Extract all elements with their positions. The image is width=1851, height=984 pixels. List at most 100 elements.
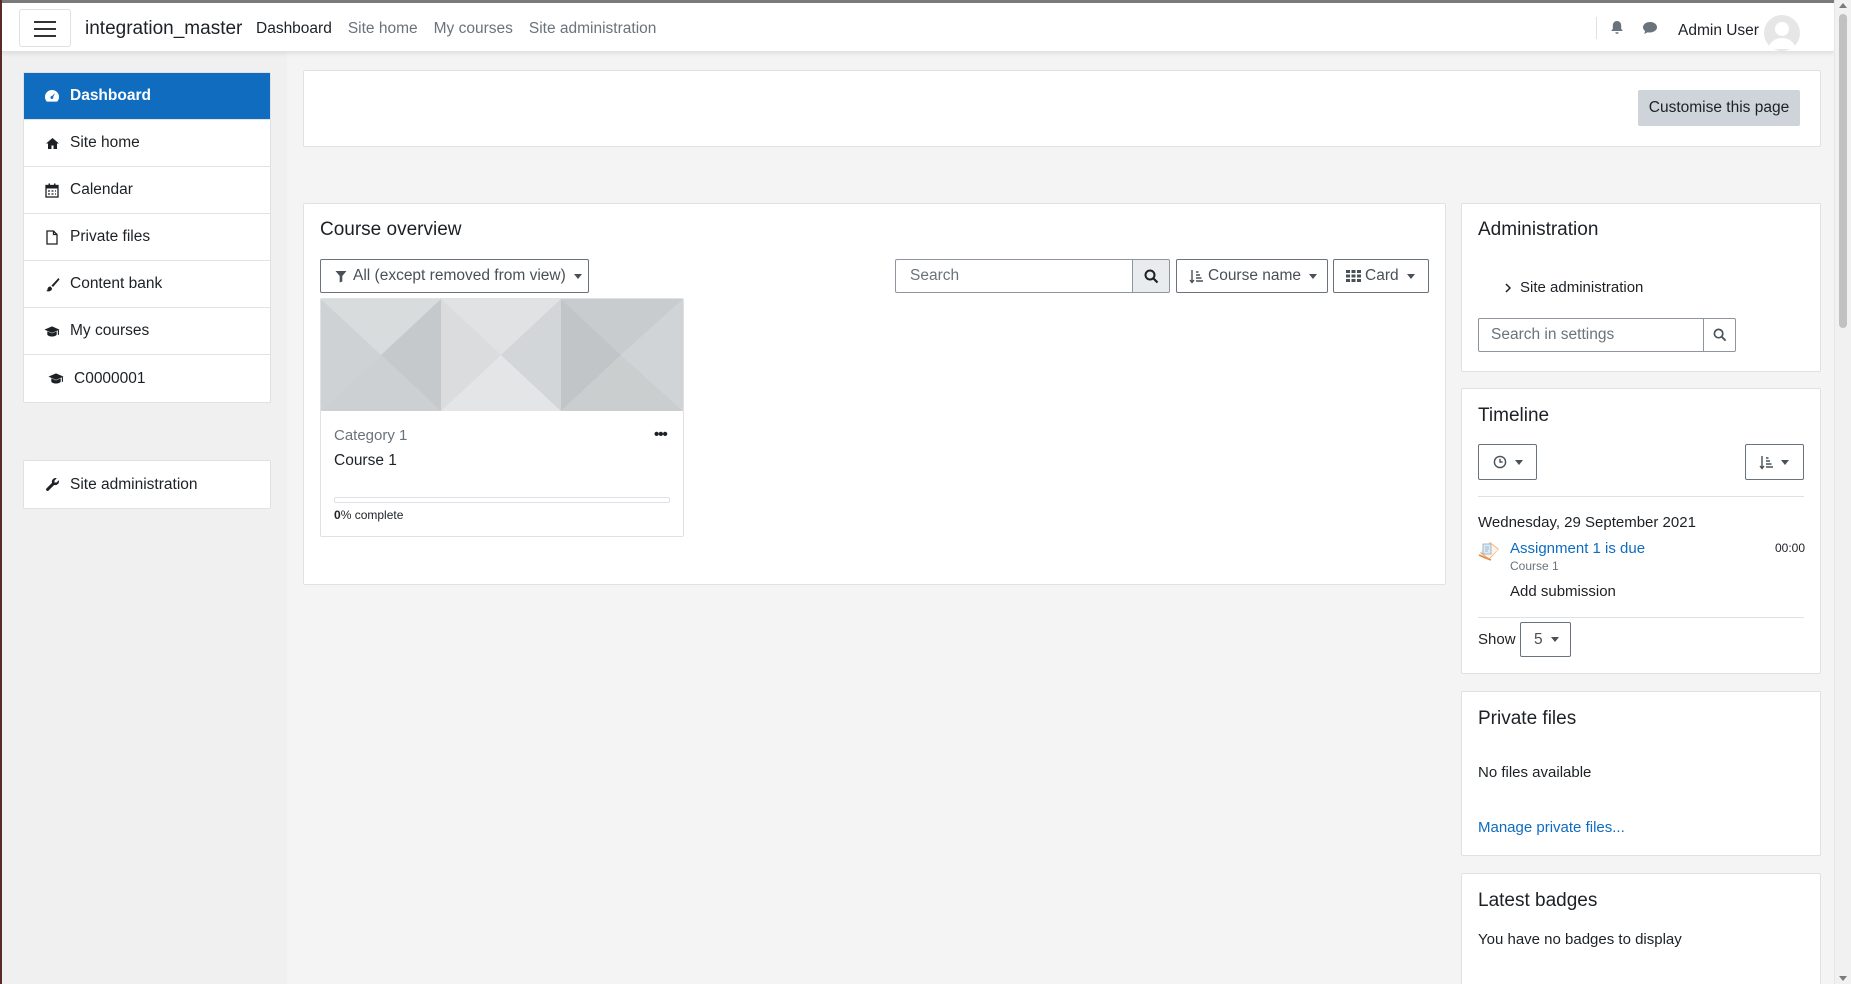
file-icon bbox=[44, 229, 60, 245]
course-image[interactable] bbox=[321, 299, 683, 411]
scroll-down-icon[interactable] bbox=[1839, 976, 1847, 981]
window-edge bbox=[0, 0, 2, 984]
course-overview-title: Course overview bbox=[320, 219, 462, 240]
more-actions-icon[interactable]: ••• bbox=[654, 426, 668, 443]
admin-tree-node[interactable]: Site administration bbox=[1505, 279, 1643, 296]
drawer-admin-list: Site administration bbox=[23, 460, 271, 509]
admin-tree-label: Site administration bbox=[1520, 279, 1644, 296]
drawer-item-course-c0000001[interactable]: C0000001 bbox=[24, 355, 270, 402]
navbar-divider bbox=[1596, 17, 1597, 39]
drawer-item-label: Content bank bbox=[70, 275, 163, 292]
chevron-down-icon bbox=[1309, 273, 1318, 279]
timeline-filter-dropdown[interactable] bbox=[1478, 444, 1537, 480]
timeline-divider bbox=[1478, 496, 1804, 497]
course-progress-percent: 0 bbox=[334, 508, 341, 522]
drawer-item-label: Site home bbox=[70, 134, 140, 151]
course-filter-label: All (except removed from view) bbox=[353, 267, 566, 284]
timeline-event-course: Course 1 bbox=[1510, 559, 1559, 573]
course-sort-dropdown[interactable]: Course name bbox=[1176, 259, 1328, 293]
menu-icon[interactable] bbox=[19, 9, 71, 47]
course-search-input[interactable]: Search bbox=[895, 259, 1133, 293]
course-sort-label: Course name bbox=[1208, 267, 1302, 284]
chevron-right-icon bbox=[1505, 282, 1511, 293]
show-count-value: 5 bbox=[1534, 630, 1543, 648]
timeline-event-link[interactable]: Assignment 1 is due bbox=[1510, 540, 1645, 557]
drawer-item-my-courses[interactable]: My courses bbox=[24, 308, 270, 355]
drawer-item-label: Private files bbox=[70, 228, 151, 245]
drawer-item-dashboard[interactable]: Dashboard bbox=[24, 73, 270, 120]
course-progress-bar bbox=[334, 497, 670, 503]
latest-badges-title: Latest badges bbox=[1478, 890, 1598, 911]
drawer-item-site-home[interactable]: Site home bbox=[24, 120, 270, 167]
top-navbar: integration_master Dashboard Site home M… bbox=[2, 0, 1834, 52]
search-icon bbox=[1713, 328, 1727, 342]
user-name[interactable]: Admin User bbox=[1678, 22, 1759, 40]
scrollbar-thumb[interactable] bbox=[1839, 14, 1847, 328]
course-name-link[interactable]: Course 1 bbox=[334, 452, 397, 470]
course-view-dropdown[interactable]: Card bbox=[1333, 259, 1429, 293]
home-icon bbox=[44, 135, 60, 151]
course-progress-text: 0% complete bbox=[334, 508, 403, 522]
timeline-sort-dropdown[interactable] bbox=[1745, 444, 1804, 480]
administration-title: Administration bbox=[1478, 219, 1599, 240]
customise-page-button[interactable]: Customise this page bbox=[1638, 90, 1800, 126]
nav-link-site-home[interactable]: Site home bbox=[348, 20, 418, 38]
timeline-title: Timeline bbox=[1478, 405, 1550, 426]
avatar[interactable] bbox=[1764, 15, 1800, 51]
drawer-item-label: Calendar bbox=[70, 181, 133, 198]
timeline-event-time: 00:00 bbox=[1775, 541, 1806, 555]
chat-icon[interactable] bbox=[1642, 21, 1658, 40]
page-scrollbar[interactable] bbox=[1834, 0, 1851, 984]
bell-icon[interactable] bbox=[1610, 20, 1624, 40]
graduation-cap-icon bbox=[44, 323, 60, 339]
scroll-up-icon[interactable] bbox=[1839, 3, 1847, 8]
drawer-item-label: Site administration bbox=[70, 475, 198, 493]
search-icon bbox=[1144, 269, 1159, 284]
drawer-item-private-files[interactable]: Private files bbox=[24, 214, 270, 261]
course-search-button[interactable] bbox=[1132, 259, 1170, 293]
grid-icon bbox=[1346, 270, 1361, 282]
sort-icon bbox=[1759, 455, 1773, 470]
nav-link-site-administration[interactable]: Site administration bbox=[529, 20, 657, 38]
page-header-card: Customise this page bbox=[303, 70, 1821, 147]
manage-private-files-link[interactable]: Manage private files... bbox=[1478, 819, 1625, 836]
chevron-down-icon bbox=[1515, 459, 1523, 465]
course-filter-dropdown[interactable]: All (except removed from view) bbox=[320, 259, 589, 293]
settings-search-placeholder: Search in settings bbox=[1491, 326, 1615, 343]
drawer-item-site-administration[interactable]: Site administration bbox=[24, 461, 270, 508]
add-submission-link[interactable]: Add submission bbox=[1510, 583, 1616, 600]
timeline-footer-divider bbox=[1478, 617, 1804, 618]
course-category: Category 1 bbox=[334, 427, 408, 444]
wrench-icon bbox=[44, 477, 60, 493]
settings-search-button[interactable] bbox=[1703, 318, 1736, 352]
brush-icon bbox=[44, 276, 60, 292]
course-search-placeholder: Search bbox=[910, 267, 960, 284]
private-files-title: Private files bbox=[1478, 708, 1577, 729]
graduation-cap-icon bbox=[48, 371, 64, 387]
timeline-date-heading: Wednesday, 29 September 2021 bbox=[1478, 514, 1696, 531]
show-count-dropdown[interactable]: 5 bbox=[1520, 622, 1571, 657]
nav-link-dashboard[interactable]: Dashboard bbox=[256, 20, 332, 38]
course-card[interactable]: Category 1 ••• Course 1 0% complete bbox=[320, 298, 684, 537]
chevron-down-icon bbox=[1781, 459, 1789, 465]
nav-link-my-courses[interactable]: My courses bbox=[434, 20, 513, 38]
site-brand[interactable]: integration_master bbox=[85, 18, 242, 40]
private-files-empty-text: No files available bbox=[1478, 764, 1592, 781]
chevron-down-icon bbox=[573, 273, 582, 279]
drawer-item-label: C0000001 bbox=[74, 369, 146, 387]
calendar-icon bbox=[44, 182, 60, 198]
drawer-item-label: Dashboard bbox=[70, 87, 151, 104]
filter-icon bbox=[335, 270, 347, 283]
course-view-label: Card bbox=[1365, 267, 1399, 284]
drawer-nav-list: Dashboard Site home Calendar Private fil… bbox=[23, 72, 271, 403]
show-label: Show bbox=[1478, 631, 1516, 648]
course-progress-suffix: % complete bbox=[340, 508, 404, 522]
primary-nav: Dashboard Site home My courses Site admi… bbox=[256, 20, 672, 38]
assignment-icon bbox=[1478, 538, 1500, 567]
drawer-item-label: My courses bbox=[70, 322, 150, 339]
drawer-item-content-bank[interactable]: Content bank bbox=[24, 261, 270, 308]
drawer-item-calendar[interactable]: Calendar bbox=[24, 167, 270, 214]
settings-search-input[interactable]: Search in settings bbox=[1478, 318, 1704, 352]
latest-badges-empty-text: You have no badges to display bbox=[1478, 931, 1682, 948]
dashboard-icon bbox=[44, 88, 60, 104]
